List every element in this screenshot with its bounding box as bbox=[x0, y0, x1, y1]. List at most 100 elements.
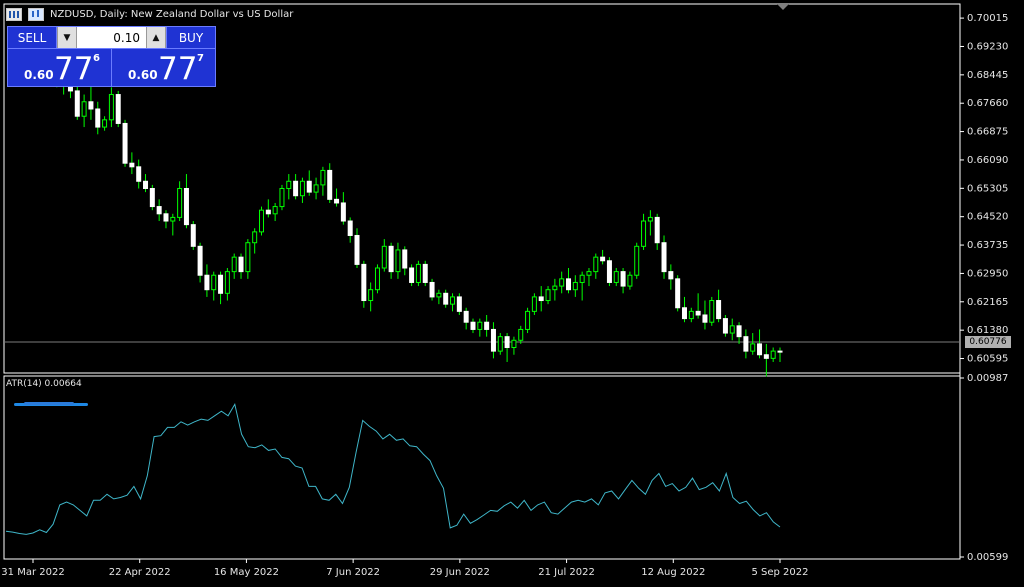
time-tick-label: 7 Jun 2022 bbox=[326, 567, 380, 578]
candle-body bbox=[306, 180, 312, 193]
candle-body bbox=[183, 188, 189, 226]
time-tick-label: 12 Aug 2022 bbox=[641, 567, 705, 578]
candle-body bbox=[177, 188, 183, 218]
candle-body bbox=[763, 354, 769, 359]
last-price-label: 0.60776 bbox=[965, 336, 1011, 348]
candle-body bbox=[634, 245, 640, 276]
candle-body bbox=[258, 209, 264, 233]
candle-body bbox=[122, 122, 128, 164]
candle-body bbox=[402, 249, 408, 269]
atr-indicator-label: ATR(14) 0.00664 bbox=[6, 379, 82, 389]
candle-body bbox=[716, 300, 722, 320]
candle-body bbox=[88, 101, 94, 110]
price-tick-label: 0.61380 bbox=[967, 325, 1008, 336]
buy-price-main: 77 bbox=[158, 51, 198, 87]
candle-body bbox=[156, 206, 162, 215]
candle-body bbox=[409, 267, 415, 283]
candle-body bbox=[299, 180, 305, 197]
candle-body bbox=[661, 242, 667, 273]
candle-body bbox=[129, 162, 135, 168]
sell-price-box[interactable]: 0.60 77 6 bbox=[8, 48, 111, 87]
time-tick-label: 21 Jul 2022 bbox=[538, 567, 595, 578]
price-tick-label: 0.66090 bbox=[967, 155, 1008, 166]
candle-body bbox=[668, 271, 674, 280]
candle-body bbox=[743, 336, 749, 352]
time-tick-label: 31 Mar 2022 bbox=[1, 567, 64, 578]
candle-body bbox=[477, 321, 483, 330]
chart-canvas[interactable]: 0.70015 0.69230 0.68445 0.67660 0.66875 0.660… bbox=[0, 0, 1024, 583]
candle-body bbox=[381, 245, 387, 269]
candle-body bbox=[681, 307, 687, 320]
candle-body bbox=[204, 274, 210, 291]
candle-body bbox=[286, 180, 292, 190]
buy-price-sup: 7 bbox=[197, 53, 204, 64]
candle-body bbox=[627, 274, 633, 287]
candle-body bbox=[347, 220, 353, 236]
time-tick-label: 16 May 2022 bbox=[214, 567, 279, 578]
candle-body bbox=[613, 271, 619, 283]
candle-body bbox=[688, 310, 694, 320]
candle-body bbox=[245, 242, 251, 273]
candle-body bbox=[218, 274, 224, 294]
price-tick-label: 0.65305 bbox=[967, 183, 1008, 194]
candle-body bbox=[313, 184, 319, 193]
price-axis: 0.70015 0.69230 0.68445 0.67660 0.66875 0.660… bbox=[960, 13, 1008, 365]
time-tick-label: 22 Apr 2022 bbox=[109, 567, 171, 578]
candle-body bbox=[450, 296, 456, 305]
candle-body bbox=[354, 234, 360, 265]
price-tick-label: 0.66875 bbox=[967, 127, 1008, 138]
candle-body bbox=[647, 216, 653, 222]
candle-body bbox=[231, 256, 237, 273]
candle-body bbox=[729, 325, 735, 334]
candle-body bbox=[211, 274, 217, 291]
candle-body bbox=[163, 213, 169, 222]
candle-body bbox=[115, 94, 121, 124]
candle-body bbox=[600, 256, 606, 262]
chart-window[interactable]: 0.70015 0.69230 0.68445 0.67660 0.66875 0.660… bbox=[0, 0, 1024, 583]
chart-shift-marker[interactable] bbox=[777, 4, 789, 10]
candle-body bbox=[559, 278, 565, 287]
candle-body bbox=[456, 296, 462, 312]
candle-body bbox=[368, 289, 374, 302]
candle-body bbox=[463, 310, 469, 323]
candle-body bbox=[320, 169, 326, 186]
candle-body bbox=[108, 94, 114, 121]
candle-body bbox=[538, 296, 544, 302]
buy-price-box[interactable]: 0.60 77 7 bbox=[111, 48, 215, 87]
candle-body bbox=[361, 263, 367, 302]
candle-body bbox=[279, 188, 285, 208]
candle-body bbox=[606, 260, 612, 283]
price-tick-label: 0.64520 bbox=[967, 212, 1008, 223]
sell-button[interactable]: SELL bbox=[8, 27, 57, 48]
candle-body bbox=[552, 285, 558, 291]
candle-body bbox=[504, 336, 510, 349]
candle-body bbox=[770, 350, 776, 359]
candle-body bbox=[429, 281, 435, 298]
lot-decrease-button[interactable]: ▼ bbox=[57, 27, 77, 48]
candle-body bbox=[422, 263, 428, 283]
sell-price-prefix: 0.60 bbox=[24, 68, 54, 82]
price-tick-label: 0.67660 bbox=[967, 98, 1008, 109]
candle-body bbox=[238, 256, 244, 273]
lot-increase-button[interactable]: ▲ bbox=[146, 27, 166, 48]
candle-body bbox=[395, 249, 401, 273]
candle-body bbox=[497, 336, 503, 352]
candle-body bbox=[190, 224, 196, 247]
candle-body bbox=[136, 166, 142, 182]
grid-icon[interactable] bbox=[6, 7, 22, 21]
buy-button[interactable]: BUY bbox=[166, 27, 215, 48]
ohlc-icon[interactable] bbox=[28, 7, 44, 21]
indicator-axis: 0.00987 0.00599 bbox=[960, 373, 1008, 563]
atr-legend-swatch bbox=[14, 402, 88, 406]
candle-body bbox=[252, 231, 258, 244]
price-tick-label: 0.69230 bbox=[967, 41, 1008, 52]
indicator-frame bbox=[3, 375, 961, 560]
candle-body bbox=[709, 300, 715, 323]
indicator-tick-label: 0.00987 bbox=[967, 373, 1008, 384]
trade-prices-row: 0.60 77 6 0.60 77 7 bbox=[8, 48, 215, 87]
candle-body bbox=[531, 296, 537, 312]
lot-size-stepper[interactable]: ▼ 0.10 ▲ bbox=[57, 27, 166, 48]
lot-size-value[interactable]: 0.10 bbox=[77, 31, 146, 45]
price-tick-label: 0.70015 bbox=[967, 13, 1008, 24]
candle-body bbox=[579, 274, 585, 283]
